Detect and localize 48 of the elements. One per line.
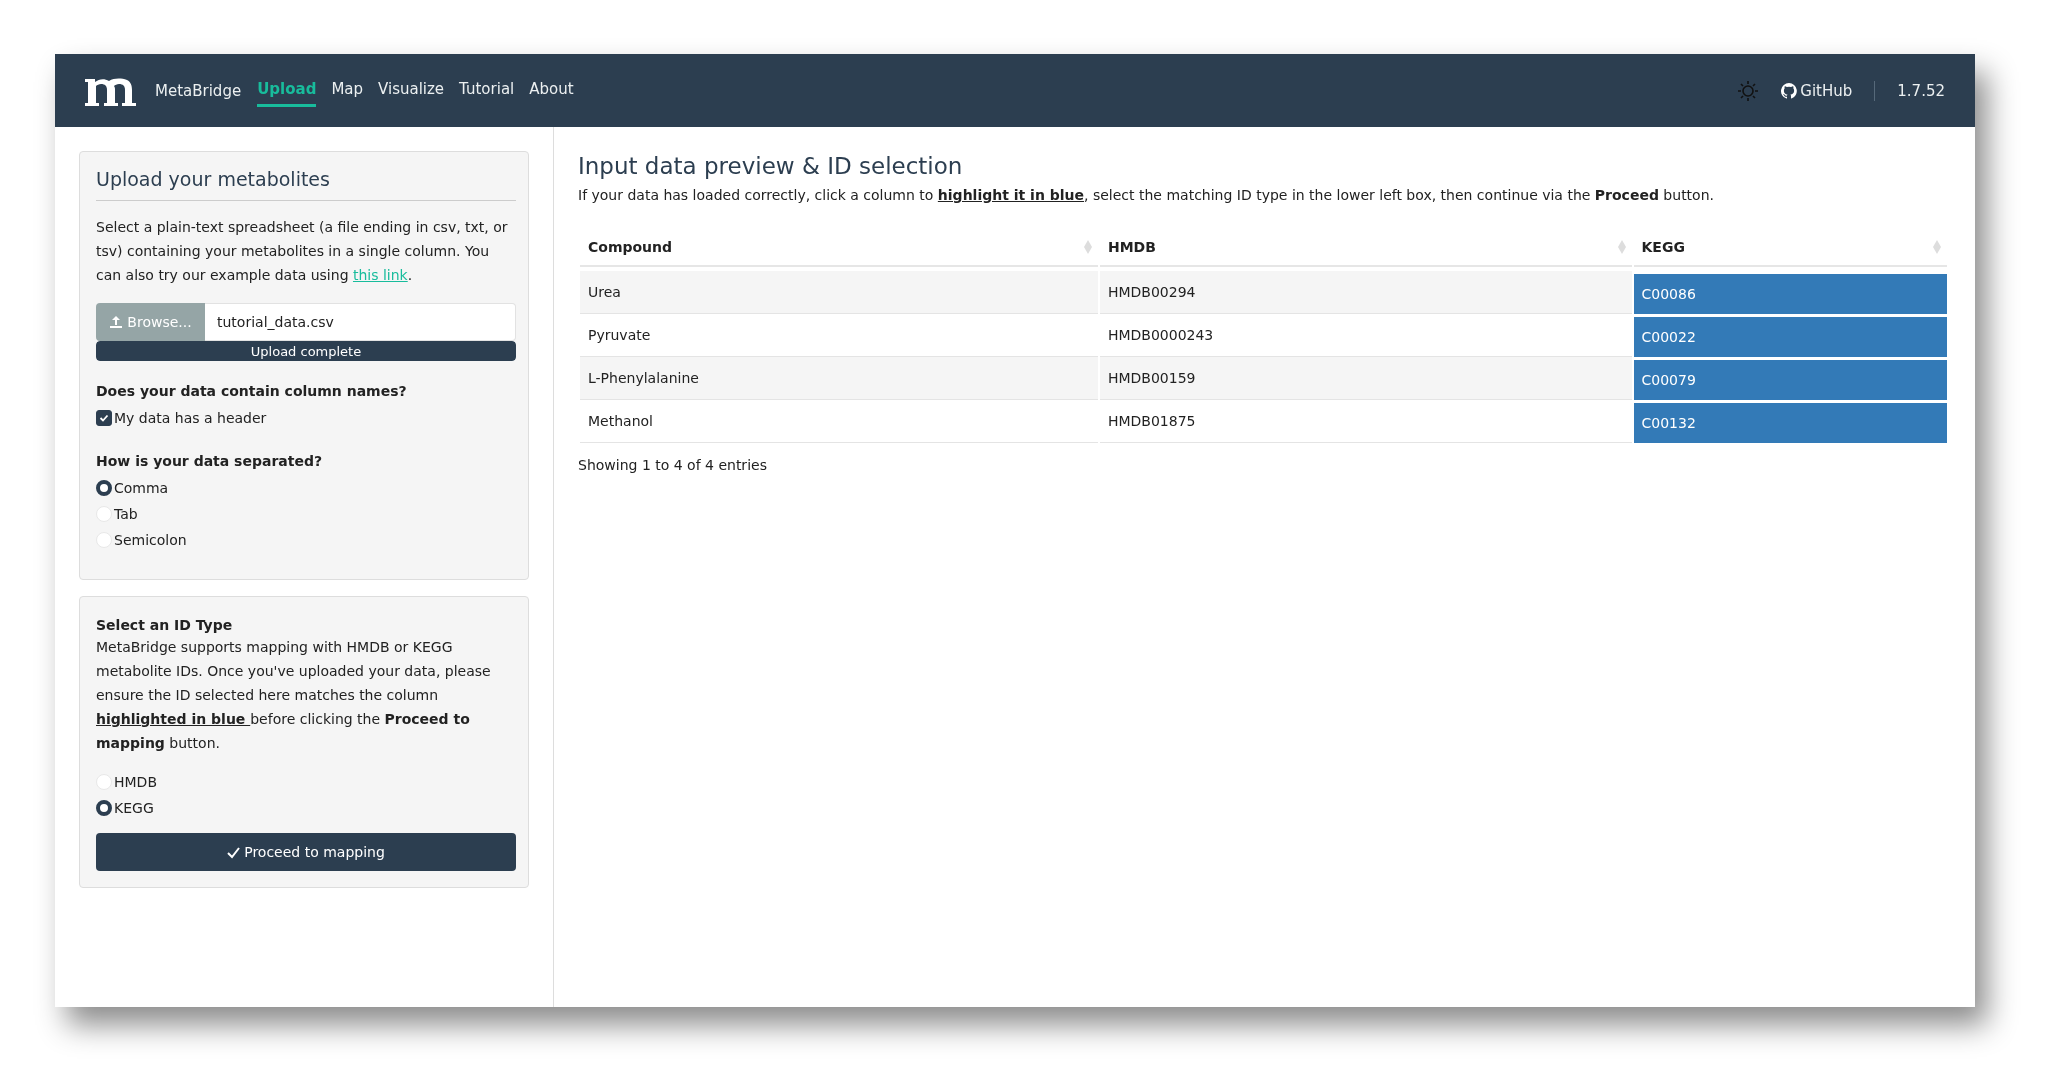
table-cell: HMDB00159 <box>1099 357 1632 400</box>
card-title: Upload your metabolites <box>96 168 516 201</box>
nav-link[interactable]: Upload <box>257 74 317 107</box>
table-cell: L-Phenylalanine <box>580 357 1098 400</box>
preview-instructions: If your data has loaded correctly, click a column to highlight it in blue, select the matching ID type in the lower left box, then continue via the Proceed button. <box>578 187 1715 203</box>
progress-label: Upload complete <box>250 343 362 359</box>
question-label: How is your data separated? <box>96 453 324 469</box>
github-link[interactable]: GitHub <box>1781 81 1853 100</box>
table-cell: C00022 <box>1633 314 1947 357</box>
radio-label: Tab <box>114 506 138 522</box>
preview-title: Input data preview & ID selection <box>578 153 964 179</box>
header-checkbox[interactable] <box>96 410 112 426</box>
nav-link[interactable]: Visualize <box>378 74 445 107</box>
upload-icon <box>109 315 124 329</box>
column-header[interactable]: KEGG <box>1633 229 1947 267</box>
sort-icon[interactable] <box>1083 240 1092 254</box>
id-type-description: MetaBridge supports mapping with HMDB or KEGG metabolite IDs. Once you've uploaded your data, please ensure the ID selected here matches the column highlighted in blue before clicking the Proceed to mapping button. <box>96 638 492 753</box>
table-cell: C00079 <box>1633 357 1947 400</box>
github-icon <box>1781 82 1798 99</box>
sun-icon[interactable] <box>1737 79 1760 102</box>
upload-description: Select a plain-text spreadsheet (a file ending in csv, txt, or tsv) containing your metabolites in a single column. You can also try our example data using this link. <box>96 218 509 285</box>
table-cell: Urea <box>580 271 1098 314</box>
radio-label: HMDB <box>114 774 157 790</box>
file-name-field[interactable]: tutorial_data.csv <box>205 303 516 341</box>
table-cell: HMDB00294 <box>1099 271 1632 314</box>
nav-link[interactable]: Tutorial <box>459 74 515 107</box>
radio-label: KEGG <box>114 800 154 816</box>
proceed-button[interactable]: Proceed to mapping <box>96 833 516 871</box>
table-cell: C00086 <box>1633 271 1947 314</box>
radio-button[interactable] <box>96 800 112 816</box>
radio-label: Comma <box>114 480 169 496</box>
question-label: Does your data contain column names? <box>96 383 408 399</box>
checkbox-label: My data has a header <box>114 410 267 426</box>
nav-link[interactable]: About <box>529 74 574 107</box>
card-title: Select an ID Type <box>96 617 234 633</box>
sort-icon[interactable] <box>1933 240 1941 254</box>
sort-icon[interactable] <box>1617 240 1626 254</box>
radio-button[interactable] <box>96 480 112 496</box>
version-label: 1.7.52 <box>1897 81 1945 100</box>
nav-link[interactable]: Map <box>331 74 364 107</box>
brand-link[interactable]: MetaBridge <box>155 81 242 100</box>
column-header[interactable]: Compound <box>580 229 1098 267</box>
radio-label: Semicolon <box>114 532 187 548</box>
column-header[interactable]: HMDB <box>1099 229 1632 267</box>
checkmark-icon <box>227 845 241 859</box>
checkmark-icon <box>99 413 109 423</box>
table-info: Showing 1 to 4 of 4 entries <box>578 457 768 473</box>
table-cell: C00132 <box>1633 400 1947 443</box>
